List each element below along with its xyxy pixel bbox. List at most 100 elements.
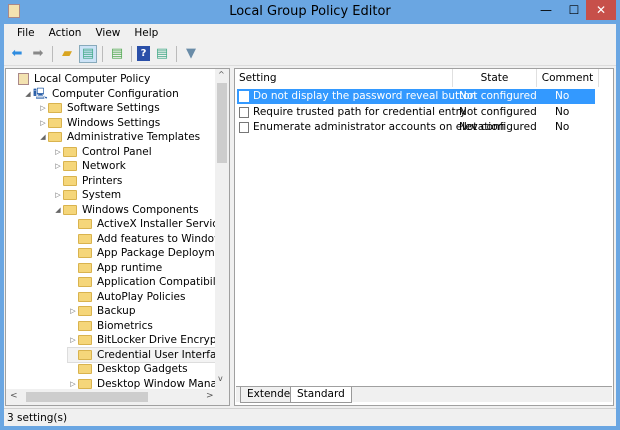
tree-item[interactable]: ◢ 🖳 Computer Configuration	[23, 86, 179, 101]
folder-icon	[78, 262, 92, 273]
expanded-arrow-icon[interactable]: ◢	[53, 206, 63, 214]
tree-item[interactable]: ▷ Software Settings	[38, 101, 159, 115]
column-header-comment[interactable]: Comment	[537, 69, 599, 87]
table-row[interactable]: Enumerate administrator accounts on elev…	[237, 120, 595, 135]
folder-icon	[78, 320, 92, 331]
scroll-right-icon[interactable]: >	[206, 391, 214, 401]
folder-icon	[48, 103, 62, 113]
table-row[interactable]: Require trusted path for credential entr…	[237, 105, 595, 120]
scroll-up-icon[interactable]: ^	[218, 70, 225, 79]
collapsed-arrow-icon[interactable]: ▷	[53, 162, 63, 170]
expanded-arrow-icon[interactable]: ◢	[38, 133, 48, 141]
tree-item-label: Local Computer Policy	[34, 73, 151, 85]
policy-setting-icon	[239, 106, 249, 118]
settings-list: Setting State Comment Do not display the…	[234, 68, 614, 406]
computer-icon: 🖳	[33, 86, 48, 100]
policy-setting-icon	[239, 122, 249, 133]
separator	[102, 45, 103, 62]
collapsed-arrow-icon[interactable]: ▷	[38, 119, 48, 127]
folder-icon	[78, 219, 92, 229]
tree-item[interactable]: ◢ Administrative Templates	[38, 130, 200, 144]
horizontal-scroll-thumb[interactable]	[26, 392, 148, 402]
folder-icon	[63, 204, 77, 215]
client-area: File Action View Help ⬅ ➡ ▰ ▤ ▤ ? ▤ ▼ Lo…	[4, 24, 616, 426]
setting-name: Do not display the password reveal butto…	[253, 90, 477, 102]
setting-comment: No	[555, 121, 570, 133]
show-hide-action-pane-icon[interactable]: ▤	[153, 45, 171, 63]
collapsed-arrow-icon[interactable]: ▷	[68, 380, 78, 388]
menu-file[interactable]: File	[10, 24, 42, 42]
collapsed-arrow-icon[interactable]: ▷	[53, 148, 63, 156]
tree-item[interactable]: Credential User Interface	[67, 346, 229, 363]
tree-item[interactable]: ▷ Network	[53, 159, 126, 173]
tree-item-label: ActiveX Installer Service	[97, 218, 225, 230]
tree-item[interactable]: Printers	[53, 174, 122, 188]
tree-item[interactable]: AutoPlay Policies	[68, 290, 185, 304]
close-button[interactable]: ✕	[586, 0, 616, 20]
vertical-scroll-thumb[interactable]	[217, 83, 227, 163]
tree-item[interactable]: ▷ System	[53, 188, 121, 202]
folder-icon	[63, 146, 77, 157]
folder-icon	[78, 306, 92, 316]
export-list-icon[interactable]: ▤	[108, 45, 126, 63]
table-row[interactable]: Do not display the password reveal butto…	[237, 89, 595, 104]
tree-item-label: Computer Configuration	[52, 87, 179, 100]
collapsed-arrow-icon[interactable]: ▷	[53, 191, 63, 199]
separator	[176, 45, 177, 62]
tree-item[interactable]: ▷ Backup	[68, 304, 136, 318]
tree-item[interactable]: ▷ BitLocker Drive Encryption	[68, 333, 229, 347]
tree-item[interactable]: Desktop Gadgets	[68, 362, 188, 376]
minimize-button[interactable]: —	[532, 0, 560, 20]
expanded-arrow-icon[interactable]: ◢	[23, 90, 33, 98]
tree-item-label: Biometrics	[97, 319, 153, 332]
setting-state: Not configured	[459, 121, 537, 133]
tree-item[interactable]: App runtime	[68, 261, 162, 275]
menu-view[interactable]: View	[88, 24, 127, 42]
tree-item[interactable]: Add features to Windows 8	[68, 232, 230, 246]
tree-item[interactable]: ActiveX Installer Service	[68, 217, 225, 231]
tree-item-label: Backup	[97, 305, 136, 317]
tree-item-label: Administrative Templates	[67, 131, 201, 143]
tree-item[interactable]: Biometrics	[68, 319, 153, 333]
collapsed-arrow-icon[interactable]: ▷	[68, 307, 78, 315]
tree-item-label: System	[82, 189, 122, 201]
tree-item[interactable]: Local Computer Policy	[8, 72, 150, 86]
tree-item[interactable]: ◢ Windows Components	[53, 203, 198, 217]
help-icon[interactable]: ?	[137, 46, 150, 61]
tree-item-label: AutoPlay Policies	[97, 290, 186, 303]
separator	[52, 45, 53, 62]
tree-pane: Local Computer Policy ◢ 🖳 Computer Configur…	[5, 68, 230, 406]
column-header-state[interactable]: State	[453, 69, 537, 87]
tree-item-label: App Package Deployment	[97, 247, 230, 259]
filter-icon[interactable]: ▼	[182, 45, 200, 63]
scroll-down-icon[interactable]: v	[218, 374, 223, 383]
setting-state: Not configured	[459, 105, 537, 118]
folder-icon	[78, 349, 92, 360]
back-icon[interactable]: ⬅	[8, 45, 26, 63]
folder-icon	[78, 248, 92, 258]
maximize-button[interactable]: ☐	[560, 0, 588, 20]
column-header-setting[interactable]: Setting	[235, 69, 453, 87]
tree-item[interactable]: Application Compatibility	[68, 275, 229, 289]
up-folder-icon[interactable]: ▰	[58, 45, 76, 63]
tree-item-label: Add features to Windows 8	[97, 232, 230, 245]
folder-icon	[63, 161, 77, 171]
tree-item[interactable]: App Package Deployment	[68, 246, 230, 260]
scroll-left-icon[interactable]: <	[10, 391, 18, 401]
toolbar: ⬅ ➡ ▰ ▤ ▤ ? ▤ ▼	[4, 42, 616, 66]
menu-help[interactable]: Help	[127, 24, 165, 42]
policy-setting-icon	[239, 91, 249, 102]
collapsed-arrow-icon[interactable]: ▷	[38, 104, 48, 112]
tree-item[interactable]: ▷ Windows Settings	[38, 116, 160, 130]
separator	[131, 45, 132, 62]
show-hide-tree-icon[interactable]: ▤	[79, 44, 97, 63]
tree-item-label: Desktop Window Manager	[97, 377, 230, 390]
menu-action[interactable]: Action	[42, 24, 89, 42]
tree-item-label: Application Compatibility	[97, 276, 229, 288]
tree-item-label: Network	[82, 160, 126, 172]
forward-icon[interactable]: ➡	[29, 45, 47, 63]
collapsed-arrow-icon[interactable]: ▷	[68, 336, 78, 344]
tree-item[interactable]: ▷ Control Panel	[53, 145, 151, 159]
setting-comment: No	[555, 105, 570, 118]
tab-standard[interactable]: Standard	[290, 387, 352, 403]
